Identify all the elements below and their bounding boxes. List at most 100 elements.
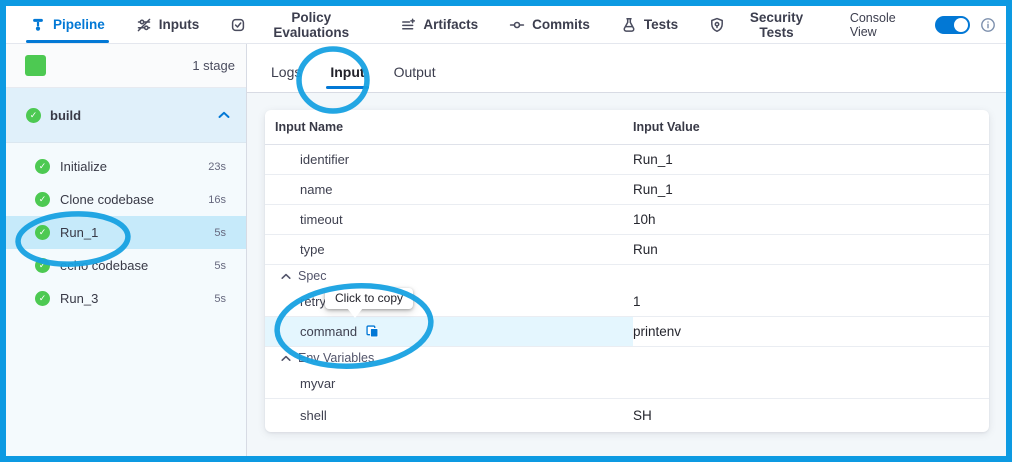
detail-tabs: Logs Input Output bbox=[247, 44, 1006, 93]
step-label: echo codebase bbox=[60, 258, 148, 273]
tab-input[interactable]: Input bbox=[326, 52, 368, 92]
nav-tab-label: Tests bbox=[644, 17, 678, 32]
nav-tab-commits[interactable]: Commits bbox=[507, 6, 592, 43]
detail-tab-label: Logs bbox=[271, 64, 301, 80]
table-row-myvar: myvar bbox=[265, 369, 989, 399]
inputs-icon bbox=[136, 17, 152, 33]
section-spec[interactable]: Spec bbox=[265, 265, 989, 287]
tab-output[interactable]: Output bbox=[390, 52, 440, 92]
step-duration: 16s bbox=[208, 194, 226, 206]
nav-tab-label: Inputs bbox=[159, 17, 200, 32]
step-label: Run_3 bbox=[60, 291, 98, 306]
tooltip-tail bbox=[347, 308, 363, 326]
stages-sidebar: 1 stage ✓ build ✓ Initialize 23s ✓ Clone… bbox=[6, 44, 247, 456]
artifacts-icon bbox=[400, 17, 416, 33]
tab-logs[interactable]: Logs bbox=[267, 52, 305, 92]
content-area: 1 stage ✓ build ✓ Initialize 23s ✓ Clone… bbox=[6, 44, 1006, 456]
security-tests-icon bbox=[709, 17, 725, 33]
input-value-cell: Run_1 bbox=[633, 182, 673, 197]
success-check-icon: ✓ bbox=[35, 192, 50, 207]
policy-evaluations-icon bbox=[230, 17, 246, 33]
copy-icon[interactable] bbox=[365, 324, 380, 339]
step-run-3[interactable]: ✓ Run_3 5s bbox=[6, 282, 246, 315]
column-input-value: Input Value bbox=[633, 120, 700, 134]
chevron-up-icon bbox=[281, 273, 291, 280]
step-echo-codebase[interactable]: ✓ echo codebase 5s bbox=[6, 249, 246, 282]
step-label: Run_1 bbox=[60, 225, 98, 240]
copy-tooltip-text: Click to copy bbox=[335, 291, 403, 305]
input-value-cell: Run bbox=[633, 242, 658, 257]
input-name: type bbox=[300, 242, 325, 257]
step-label: Initialize bbox=[60, 159, 107, 174]
input-value-cell: 1 bbox=[633, 294, 641, 309]
main-panel: Logs Input Output Input Name Input Value i… bbox=[247, 44, 1006, 456]
input-name: shell bbox=[300, 408, 327, 423]
input-name-cell: type bbox=[265, 235, 633, 264]
step-list: ✓ Initialize 23s ✓ Clone codebase 16s ✓ … bbox=[6, 143, 246, 315]
nav-tab-security-tests[interactable]: Security Tests bbox=[707, 6, 823, 43]
input-value-cell: 10h bbox=[633, 212, 656, 227]
app-window: Pipeline Inputs Policy Evaluations Artif… bbox=[0, 0, 1012, 462]
section-label: Spec bbox=[298, 269, 327, 283]
input-name-cell: shell bbox=[265, 399, 633, 432]
nav-tab-artifacts[interactable]: Artifacts bbox=[398, 6, 480, 43]
table-row-command: command printenv bbox=[265, 317, 989, 347]
section-env-variables[interactable]: Env Variables bbox=[265, 347, 989, 369]
stage-summary-bar: 1 stage bbox=[6, 44, 246, 88]
input-name-cell: name bbox=[265, 175, 633, 204]
chevron-up-icon[interactable] bbox=[218, 111, 230, 119]
input-name-cell: retry bbox=[265, 287, 633, 316]
input-table-card: Input Name Input Value identifier Run_1 … bbox=[265, 110, 989, 432]
input-value-cell: SH bbox=[633, 408, 652, 423]
success-check-icon: ✓ bbox=[26, 108, 41, 123]
toggle-knob bbox=[954, 18, 968, 32]
detail-tab-label: Input bbox=[330, 64, 364, 80]
input-name: timeout bbox=[300, 212, 343, 227]
success-check-icon: ✓ bbox=[35, 291, 50, 306]
chevron-up-icon bbox=[281, 355, 291, 362]
table-row-timeout: timeout 10h bbox=[265, 205, 989, 235]
nav-tab-label: Commits bbox=[532, 17, 590, 32]
console-view-control: Console View bbox=[850, 6, 996, 43]
pipeline-icon bbox=[30, 17, 46, 33]
console-view-toggle[interactable] bbox=[935, 16, 970, 34]
table-row-identifier: identifier Run_1 bbox=[265, 145, 989, 175]
step-label: Clone codebase bbox=[60, 192, 154, 207]
nav-tab-inputs[interactable]: Inputs bbox=[134, 6, 202, 43]
success-check-icon: ✓ bbox=[35, 258, 50, 273]
input-name: name bbox=[300, 182, 333, 197]
input-value-cell: Run_1 bbox=[633, 152, 673, 167]
input-name: command bbox=[300, 324, 357, 339]
nav-tab-tests[interactable]: Tests bbox=[619, 6, 680, 43]
step-run-1[interactable]: ✓ Run_1 5s bbox=[6, 216, 246, 249]
tests-icon bbox=[621, 17, 637, 33]
nav-tab-policy-evaluations[interactable]: Policy Evaluations bbox=[228, 6, 371, 43]
step-clone-codebase[interactable]: ✓ Clone codebase 16s bbox=[6, 183, 246, 216]
input-name-cell: timeout bbox=[265, 205, 633, 234]
input-name: retry bbox=[300, 294, 326, 309]
input-name: myvar bbox=[300, 376, 335, 391]
stage-count-label: 1 stage bbox=[192, 58, 235, 73]
table-header: Input Name Input Value bbox=[265, 110, 989, 145]
step-duration: 5s bbox=[214, 227, 226, 239]
copy-tooltip: Click to copy bbox=[325, 288, 413, 309]
stage-status-square bbox=[25, 55, 46, 76]
input-name-cell: identifier bbox=[265, 145, 633, 174]
success-check-icon: ✓ bbox=[35, 159, 50, 174]
info-icon[interactable] bbox=[980, 17, 996, 33]
top-nav-tabs: Pipeline Inputs Policy Evaluations Artif… bbox=[28, 6, 850, 43]
nav-tab-pipeline[interactable]: Pipeline bbox=[28, 6, 107, 43]
stage-name: build bbox=[50, 108, 81, 123]
success-check-icon: ✓ bbox=[35, 225, 50, 240]
step-initialize[interactable]: ✓ Initialize 23s bbox=[6, 150, 246, 183]
nav-tab-label: Security Tests bbox=[732, 10, 821, 40]
input-name-cell: command bbox=[265, 317, 633, 346]
nav-tab-label: Artifacts bbox=[423, 17, 478, 32]
step-duration: 5s bbox=[214, 293, 226, 305]
nav-tab-label: Policy Evaluations bbox=[253, 10, 369, 40]
input-panel: Input Name Input Value identifier Run_1 … bbox=[247, 93, 1006, 456]
commits-icon bbox=[509, 17, 525, 33]
stage-group-build[interactable]: ✓ build bbox=[6, 88, 246, 143]
input-name: identifier bbox=[300, 152, 349, 167]
step-duration: 5s bbox=[214, 260, 226, 272]
